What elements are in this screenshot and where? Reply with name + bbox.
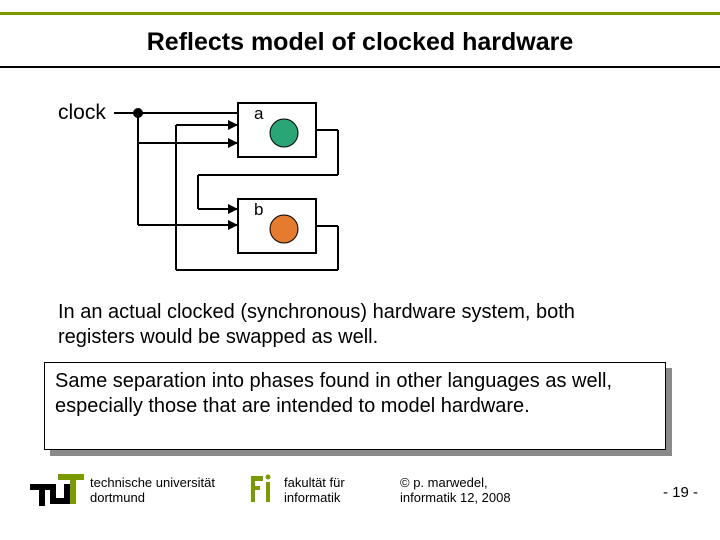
clock-label: clock	[58, 101, 106, 124]
page-number: - 19 -	[663, 484, 698, 501]
slide-title: Reflects model of clocked hardware	[0, 28, 720, 57]
arrow-right-icon	[228, 120, 238, 130]
arrow-right-icon	[228, 220, 238, 230]
copyright: © p. marwedel, informatik 12, 2008	[400, 476, 511, 506]
faculty-line1: fakultät für	[284, 475, 345, 490]
register-b-label: b	[254, 200, 263, 219]
clocked-hardware-diagram: clock a b	[58, 95, 348, 280]
arrow-right-icon	[228, 204, 238, 214]
body-paragraph: In an actual clocked (synchronous) hardw…	[58, 300, 618, 350]
university-line1: technische universität	[90, 475, 215, 490]
fi-logo-icon	[248, 474, 278, 511]
top-rule	[0, 12, 720, 15]
diagram-svg: clock a b	[58, 95, 348, 280]
copyright-line1: © p. marwedel,	[400, 475, 488, 490]
faculty-name: fakultät für informatik	[284, 476, 345, 506]
register-b-state-icon	[270, 215, 298, 243]
faculty-line2: informatik	[284, 490, 340, 505]
copyright-line2: informatik 12, 2008	[400, 490, 511, 505]
register-a-label: a	[254, 104, 264, 123]
university-line2: dortmund	[90, 490, 145, 505]
callout-box: Same separation into phases found in oth…	[44, 362, 666, 450]
arrow-right-icon	[228, 138, 238, 148]
footer: technische universität dortmund fakultät…	[0, 474, 720, 534]
university-name: technische universität dortmund	[90, 476, 215, 506]
title-rule	[0, 66, 720, 68]
tu-logo-icon	[30, 474, 84, 513]
register-a-state-icon	[270, 119, 298, 147]
